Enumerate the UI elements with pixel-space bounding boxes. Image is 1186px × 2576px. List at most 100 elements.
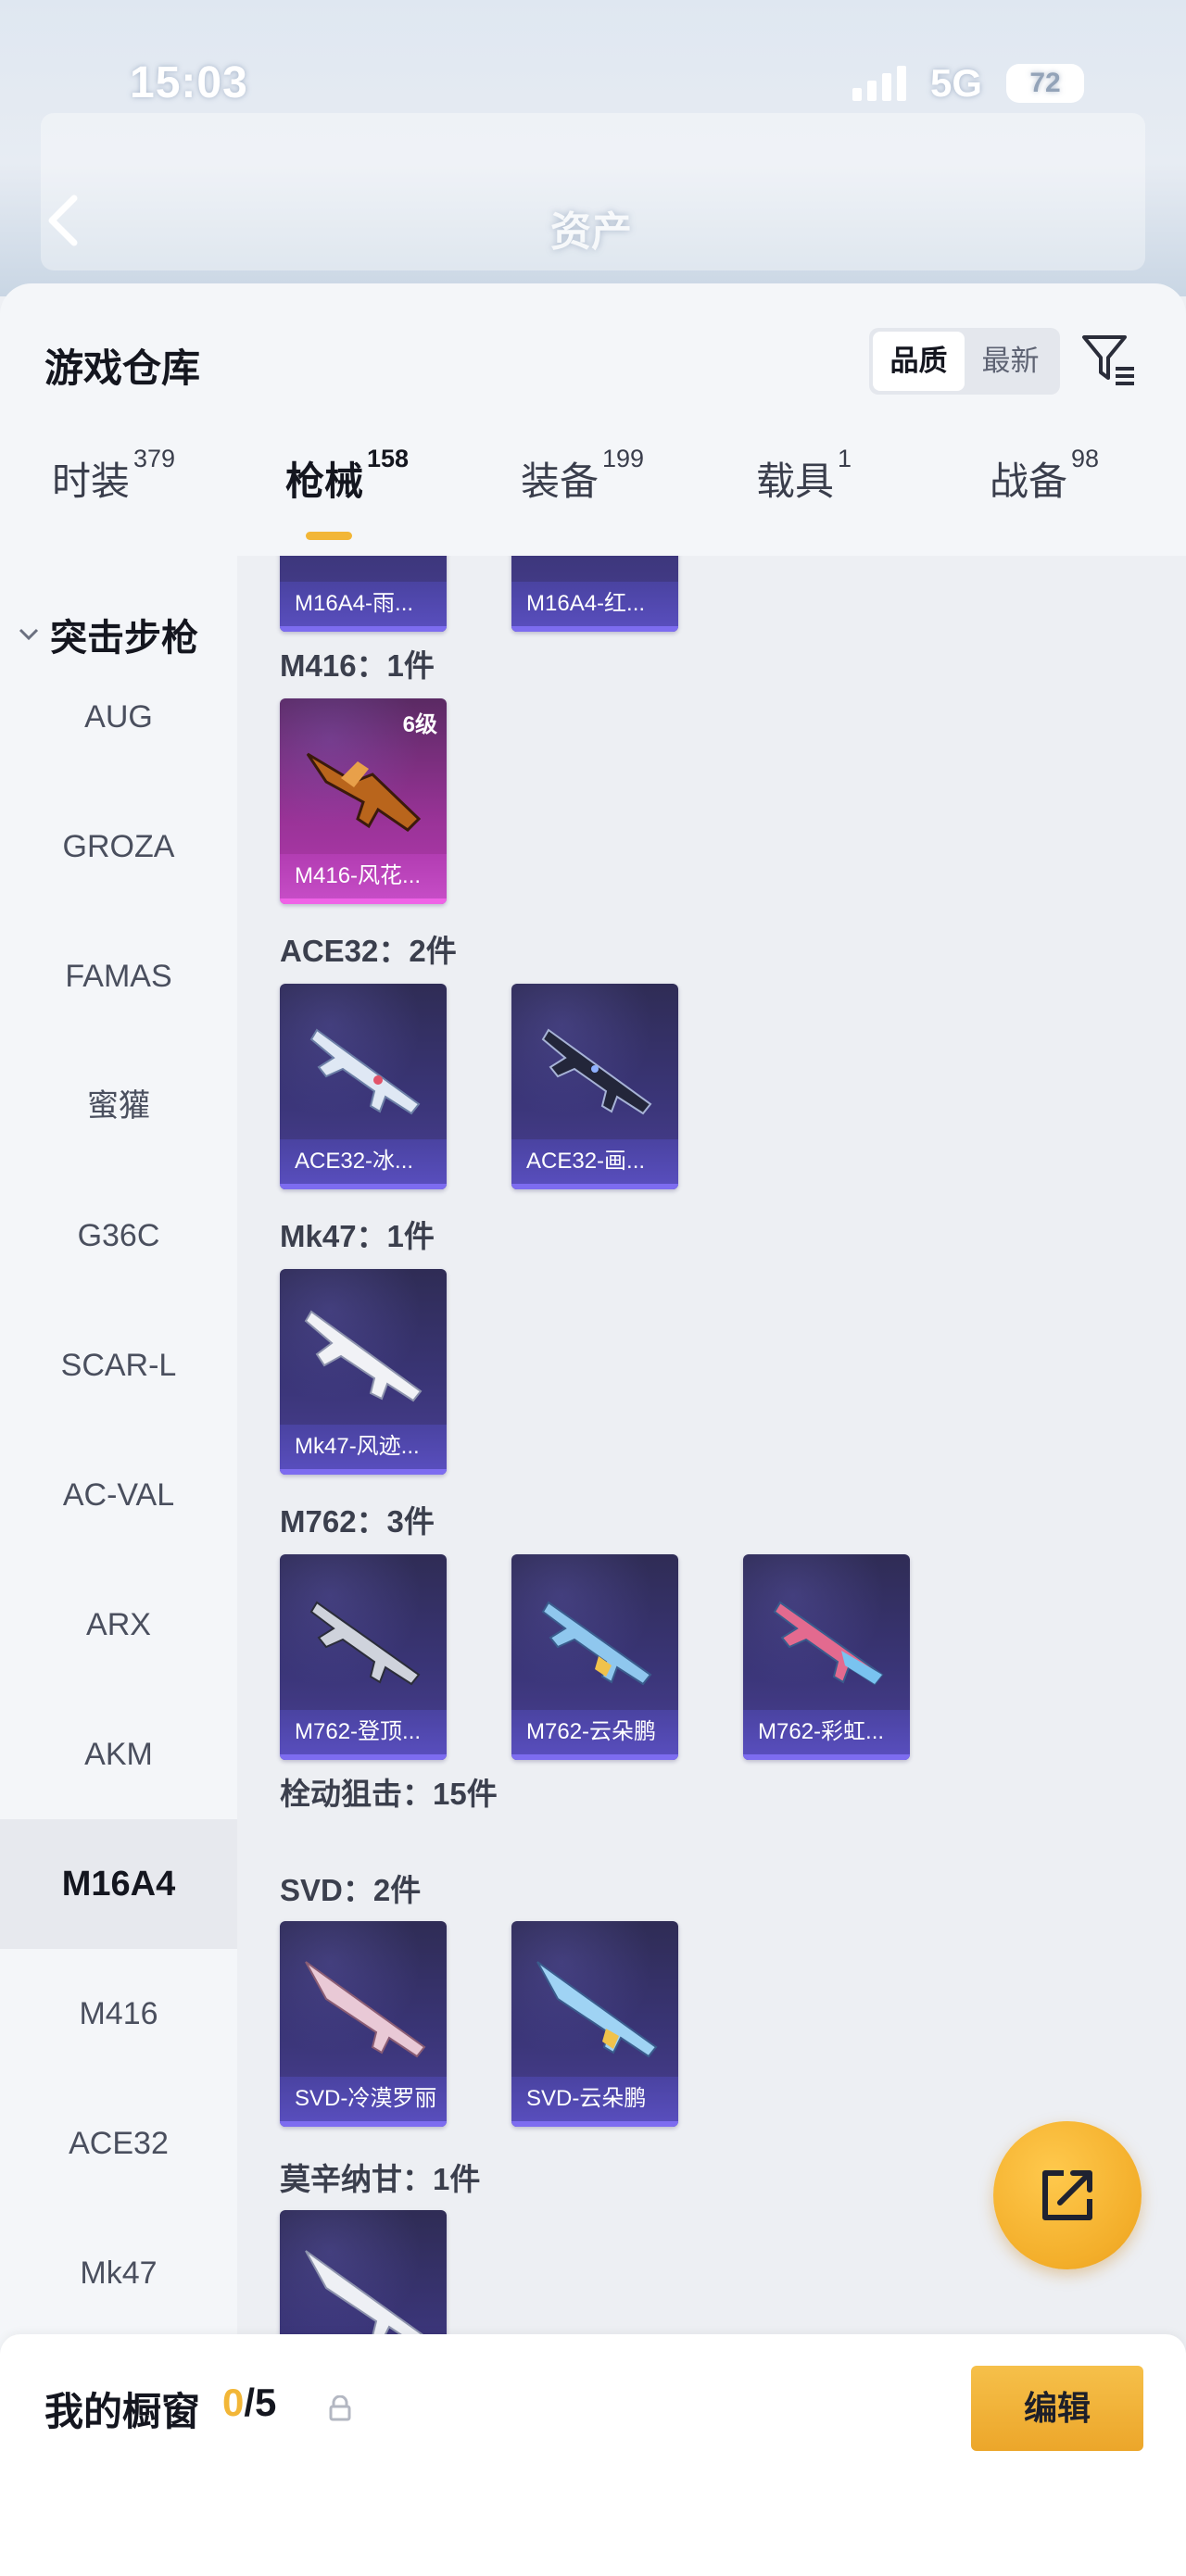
card-rarity-strip [280,2121,447,2127]
active-tab-indicator [306,532,352,540]
card-rarity-strip [280,1469,447,1475]
tab-label: 时装 [52,459,131,503]
sidebar-item-famas[interactable]: FAMAS [0,911,237,1041]
page-title: 游戏仓库 [44,346,201,390]
sidebar-item-m16a4[interactable]: M16A4 [0,1819,237,1949]
showcase-count-total: /5 [244,2381,277,2424]
weapon-card-name: M762-云朵鹏 [511,1710,678,1760]
battery-icon: 72 [1006,64,1084,103]
weapon-card[interactable]: SVD-云朵鹏 [511,1921,678,2127]
weapon-card[interactable]: M16A4-红... [511,556,678,632]
tab-label: 枪械 [285,459,364,503]
tab-label: 战备 [990,459,1068,503]
weapon-card[interactable]: M762-登顶... [280,1554,447,1760]
sidebar-item-m416[interactable]: M416 [0,1949,237,2079]
weapon-card-name: M762-登顶... [280,1710,447,1760]
sidebar-item-mk47[interactable]: Mk47 [0,2208,237,2338]
weapon-card[interactable]: ACE32-冰... [280,984,447,1189]
weapon-card[interactable] [280,2210,447,2353]
card-rarity-strip [280,1184,447,1189]
header-title: 资产 [550,209,632,255]
showcase-count: 0/5 [222,2381,276,2425]
section-label-m416: M416：1件 [280,648,435,683]
weapon-card-name: M416-风花... [280,854,447,904]
sidebar-item-scar-l[interactable]: SCAR-L [0,1301,237,1430]
tab-outfit[interactable]: 时装379 [52,445,175,507]
weapon-card-name: Mk47-风迹... [280,1425,447,1475]
rifle-icon [541,1601,652,1686]
sidebar-item-g36c[interactable]: G36C [0,1171,237,1301]
tab-label: 装备 [521,459,599,503]
tab-count: 98 [1071,445,1100,472]
card-rarity-strip [511,626,678,632]
section-label-mk47: Mk47：1件 [280,1219,435,1253]
weapon-card[interactable]: M762-彩虹... [743,1554,910,1760]
tab-count: 379 [133,445,176,472]
weapon-card[interactable]: M762-云朵鹏 [511,1554,678,1760]
rifle-icon [305,1961,426,2058]
weapon-card[interactable]: Mk47-风迹... [280,1269,447,1475]
sidebar-item-honey-badger[interactable]: 蜜獾 [0,1041,237,1171]
weapon-card[interactable]: ACE32-画... [511,984,678,1189]
rifle-icon [309,1028,421,1115]
weapon-card-name: M16A4-红... [511,582,678,632]
weapon-grid: M16A4-雨... M16A4-红... M416：1件 6级 M416-风花… [237,556,1186,2353]
sidebar-item-akm[interactable]: AKM [0,1690,237,1819]
weapon-sidebar: 突击步枪 AUG GROZA FAMAS 蜜獾 G36C SCAR-L AC-V… [0,556,237,2353]
status-indicators: 5G 72 [852,61,1084,106]
section-label-svd: SVD：2件 [280,1873,422,1907]
category-tabs: 时装379 枪械158 装备199 载具1 战备98 [0,445,1186,543]
weapon-card[interactable]: SVD-冷漠罗丽 [280,1921,447,2127]
share-button[interactable] [993,2121,1142,2269]
rifle-icon [536,1961,658,2058]
tab-count: 158 [367,445,410,472]
tab-label: 载具 [756,459,835,503]
card-rarity-strip [280,1754,447,1760]
network-label: 5G [929,61,982,105]
tab-vehicles[interactable]: 载具1 [756,445,852,507]
showcase-bar: 我的橱窗 0/5 编辑 [0,2334,1186,2576]
filter-icon[interactable] [1079,330,1138,389]
sidebar-item-aug[interactable]: AUG [0,652,237,782]
card-rarity-strip [280,626,447,632]
card-rarity-strip [743,1754,910,1760]
sort-newest-button[interactable]: 最新 [965,332,1056,391]
weapon-card-name: ACE32-画... [511,1139,678,1189]
tab-supplies[interactable]: 战备98 [990,445,1099,507]
tab-count: 1 [838,445,852,472]
section-label-ace32: ACE32：2件 [280,934,457,968]
sort-quality-button[interactable]: 品质 [873,332,965,391]
sidebar-item-groza[interactable]: GROZA [0,782,237,911]
sidebar-item-ac-val[interactable]: AC-VAL [0,1430,237,1560]
section-label-bolt-action: 栓动狙击：15件 [280,1777,498,1811]
weapon-card-name: SVD-冷漠罗丽 [280,2077,447,2127]
back-icon[interactable] [44,193,82,248]
card-rarity-strip [511,1754,678,1760]
sidebar-item-arx[interactable]: ARX [0,1560,237,1690]
weapon-card-name: ACE32-冰... [280,1139,447,1189]
rifle-icon [304,1310,423,1402]
weapon-card-name: M762-彩虹... [743,1710,910,1760]
status-time: 15:03 [130,58,248,107]
chevron-down-icon [19,628,39,641]
showcase-count-current: 0 [222,2381,245,2424]
weapon-card[interactable]: M16A4-雨... [280,556,447,632]
section-label-mosin: 莫辛纳甘：1件 [280,2162,481,2196]
app-header: 15:03 5G 72 资产 [0,0,1186,296]
signal-icon [852,66,906,101]
tab-count: 199 [602,445,645,472]
lock-icon [329,2395,351,2421]
edit-button[interactable]: 编辑 [971,2366,1143,2451]
rifle-icon [773,1601,884,1686]
tab-weapons[interactable]: 枪械158 [285,445,409,507]
rifle-icon [306,752,422,832]
sidebar-item-ace32[interactable]: ACE32 [0,2079,237,2208]
sort-toggle: 品质 最新 [869,328,1060,395]
weapon-card[interactable]: 6级 M416-风花... [280,698,447,904]
card-rarity-strip [511,2121,678,2127]
card-rarity-strip [511,1184,678,1189]
weapon-card-name: SVD-云朵鹏 [511,2077,678,2127]
warehouse-panel: 游戏仓库 品质 最新 时装379 枪械158 装备199 载具1 战备98 突击… [0,283,1186,2576]
tab-equipment[interactable]: 装备199 [521,445,644,507]
share-icon [1042,2170,1092,2220]
